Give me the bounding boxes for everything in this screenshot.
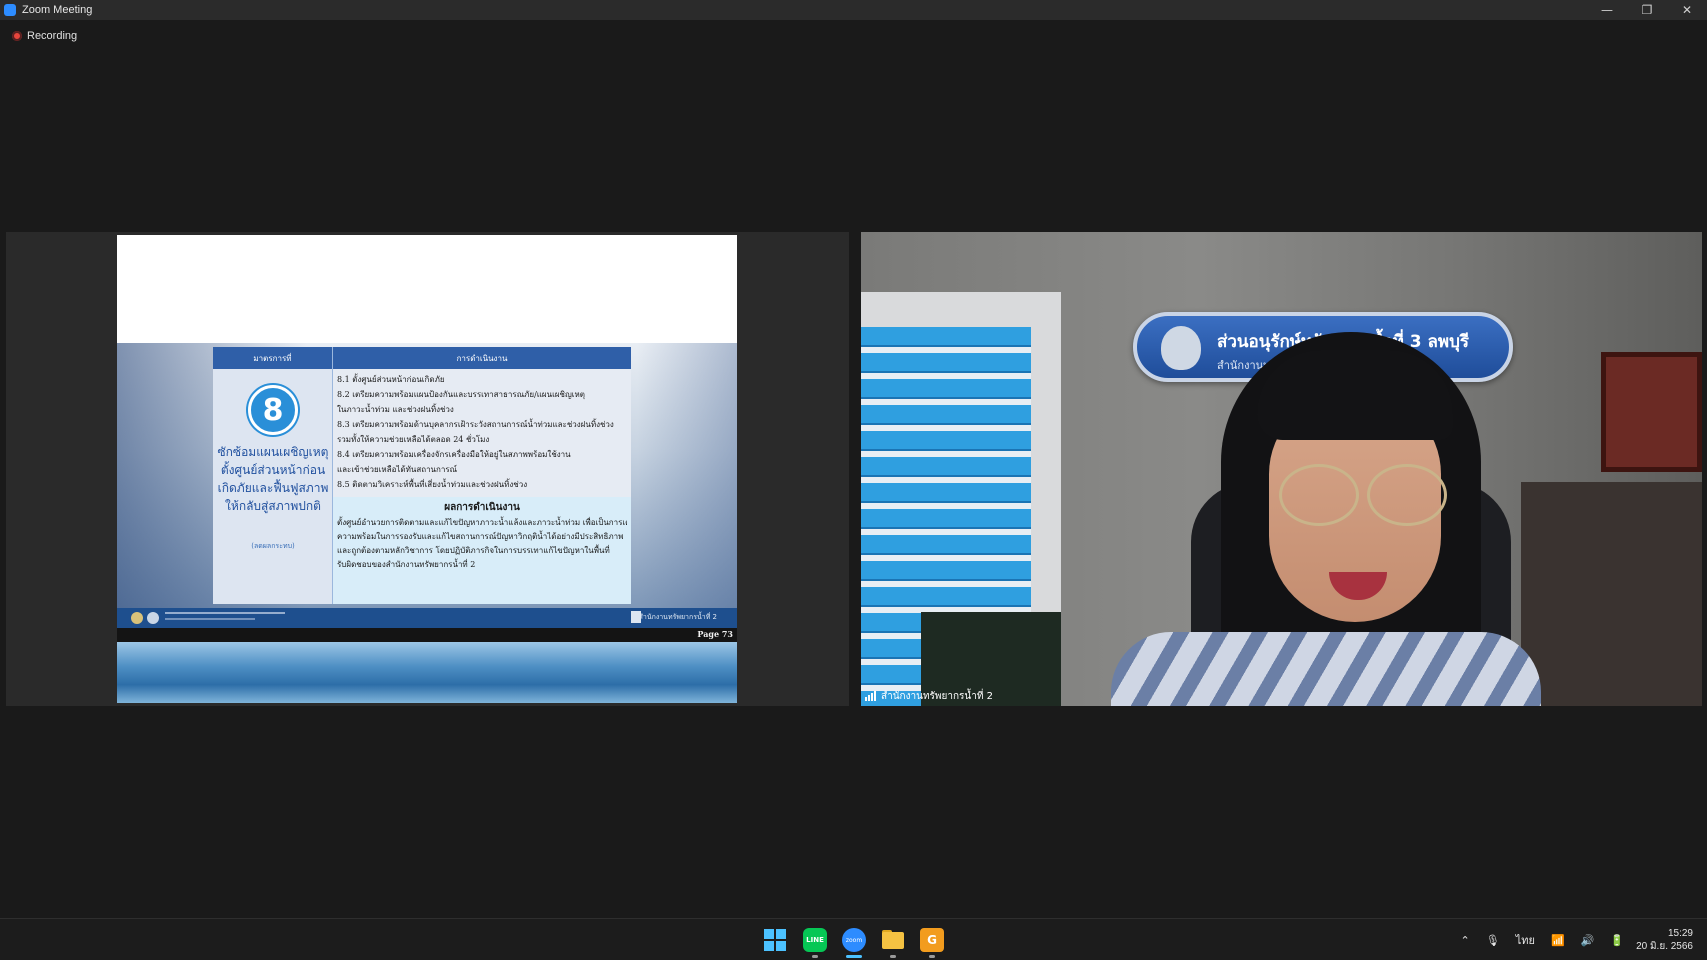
input-language[interactable]: ไทย <box>1516 931 1535 949</box>
step-line: 8.5 ติดตามวิเคราะห์พื้นที่เสี่ยงน้ำท่วมแ… <box>337 480 528 489</box>
step-line: ในภาวะน้ำท่วม และช่วงฝนทิ้งช่วง <box>337 405 454 414</box>
measure-table: มาตรการที่ การดำเนินงาน 8 ซักซ้อมแผนเผชิ… <box>213 347 631 604</box>
slide-footer: สำนักงานทรัพยากรน้ำที่ 2 <box>117 608 737 628</box>
step-line: 8.3 เตรียมความพร้อมด้านบุคลากรเฝ้าระวังส… <box>337 420 614 429</box>
window-controls: — ❐ ✕ <box>1587 0 1707 20</box>
windows-start-icon[interactable] <box>764 929 786 951</box>
slides-running-indicator <box>929 955 935 958</box>
footer-org-name: สำนักงานทรัพยากรน้ำที่ 2 <box>638 613 717 621</box>
slide-water-image <box>117 642 737 703</box>
glasses-right-lens <box>1367 464 1447 526</box>
result-line: ตั้งศูนย์อำนวยการติดตามและแก้ไขปัญหาภาวะ… <box>337 518 627 527</box>
participant-video-tile[interactable]: ส่วนอนุรักษ์ทรัพยากรน้ำที่ 3 ลพบุรี สำนั… <box>861 232 1702 706</box>
file-explorer-icon[interactable] <box>881 928 905 952</box>
system-tray: ⌃ 🎙 ไทย 📶 🔊 🔋 15:29 20 มิ.ย. 2566 <box>1453 919 1707 960</box>
recording-dot-icon <box>12 31 22 41</box>
result-line: รับผิดชอบของสำนักงานทรัพยากรน้ำที่ 2 <box>337 560 476 569</box>
government-seal-icon <box>131 612 143 624</box>
zoom-app-icon <box>4 4 16 16</box>
battery-icon[interactable]: 🔋 <box>1610 934 1624 947</box>
measure-number-badge: 8 <box>248 385 298 435</box>
footer-small-text <box>165 612 285 614</box>
window-title: Zoom Meeting <box>22 4 93 16</box>
zoom-taskbar-icon[interactable]: zoom <box>842 928 866 952</box>
result-line: และถูกต้องตามหลักวิชาการ โดยปฏิบัติภารกิ… <box>337 546 610 555</box>
measure-subtitle: (ลดผลกระทบ) <box>251 542 295 550</box>
line-running-indicator <box>812 955 818 958</box>
line-app-icon[interactable]: LINE <box>803 928 827 952</box>
connection-signal-icon <box>865 691 876 701</box>
clock-time: 15:29 <box>1667 928 1693 939</box>
volume-icon[interactable]: 🔊 <box>1581 934 1595 947</box>
title-bar: Zoom Meeting — ❐ ✕ <box>0 0 1707 20</box>
clock[interactable]: 15:29 20 มิ.ย. 2566 <box>1636 927 1693 953</box>
zoom-active-indicator <box>846 955 862 958</box>
google-slides-icon[interactable]: G <box>920 928 944 952</box>
department-logo-icon <box>147 612 159 624</box>
result-title: ผลการดำเนินงาน <box>444 502 520 513</box>
step-line: รวมทั้งให้ความช่วยเหลือได้ตลอด 24 ชั่วโม… <box>337 435 490 444</box>
clock-date: 20 มิ.ย. 2566 <box>1636 941 1693 952</box>
footer-small-text <box>165 618 255 620</box>
operation-results: ผลการดำเนินงาน ตั้งศูนย์อำนวยการติดตามแล… <box>333 497 631 604</box>
screen-share-tile[interactable]: มาตรการที่ การดำเนินงาน 8 ซักซ้อมแผนเผชิ… <box>6 232 849 706</box>
wall-picture <box>1601 352 1702 472</box>
slide-page-bar: Page 73 <box>117 628 737 642</box>
minimize-button[interactable]: — <box>1587 0 1627 20</box>
step-line: 8.4 เตรียมความพร้อมเครื่องจักรเครื่องมือ… <box>337 450 571 459</box>
recording-indicator[interactable]: Recording <box>12 30 77 42</box>
person-shirt <box>1111 632 1541 706</box>
step-line: 8.2 เตรียมความพร้อมแผนป้องกันและบรรเทาสา… <box>337 390 585 399</box>
windows-taskbar: LINE zoom G ⌃ 🎙 ไทย 📶 🔊 🔋 15:29 20 มิ.ย.… <box>0 918 1707 960</box>
result-line: ความพร้อมในการรองรับและแก้ไขสถานการณ์ปัญ… <box>337 532 624 541</box>
microphone-icon[interactable]: 🎙 <box>1486 934 1500 947</box>
step-line: 8.1 ตั้งศูนย์ส่วนหน้าก่อนเกิดภัย <box>337 375 445 384</box>
table-header-measure: มาตรการที่ <box>213 347 333 369</box>
close-button[interactable]: ✕ <box>1667 0 1707 20</box>
cabinet <box>1521 482 1702 706</box>
zoom-meeting-window: Zoom Meeting — ❐ ✕ Recording มาตรการที่ … <box>0 0 1707 960</box>
participant-name-tag: สำนักงานทรัพยากรน้ำที่ 2 <box>865 688 993 704</box>
operation-steps: 8.1 ตั้งศูนย์ส่วนหน้าก่อนเกิดภัย 8.2 เตร… <box>333 369 631 497</box>
measure-cell: 8 ซักซ้อมแผนเผชิญเหตุ ตั้งศูนย์ส่วนหน้าก… <box>213 369 333 604</box>
show-hidden-icons-chevron-icon[interactable]: ⌃ <box>1461 934 1470 947</box>
page-number: Page 73 <box>697 629 733 639</box>
maximize-button[interactable]: ❐ <box>1627 0 1667 20</box>
participant-name: สำนักงานทรัพยากรน้ำที่ 2 <box>881 690 993 702</box>
measure-title: ซักซ้อมแผนเผชิญเหตุ ตั้งศูนย์ส่วนหน้าก่อ… <box>217 445 329 513</box>
step-line: และเข้าช่วยเหลือได้ทันสถานการณ์ <box>337 465 458 474</box>
wifi-icon[interactable]: 📶 <box>1551 934 1565 947</box>
explorer-running-indicator <box>890 955 896 958</box>
table-header-operation: การดำเนินงาน <box>333 347 631 369</box>
recording-label: Recording <box>27 30 78 42</box>
presentation-slide: มาตรการที่ การดำเนินงาน 8 ซักซ้อมแผนเผชิ… <box>117 235 737 703</box>
person-bangs <box>1257 350 1453 440</box>
water-drop-logo-icon <box>1161 326 1201 370</box>
glasses-left-lens <box>1279 464 1359 526</box>
slide-top-blank <box>117 235 737 343</box>
